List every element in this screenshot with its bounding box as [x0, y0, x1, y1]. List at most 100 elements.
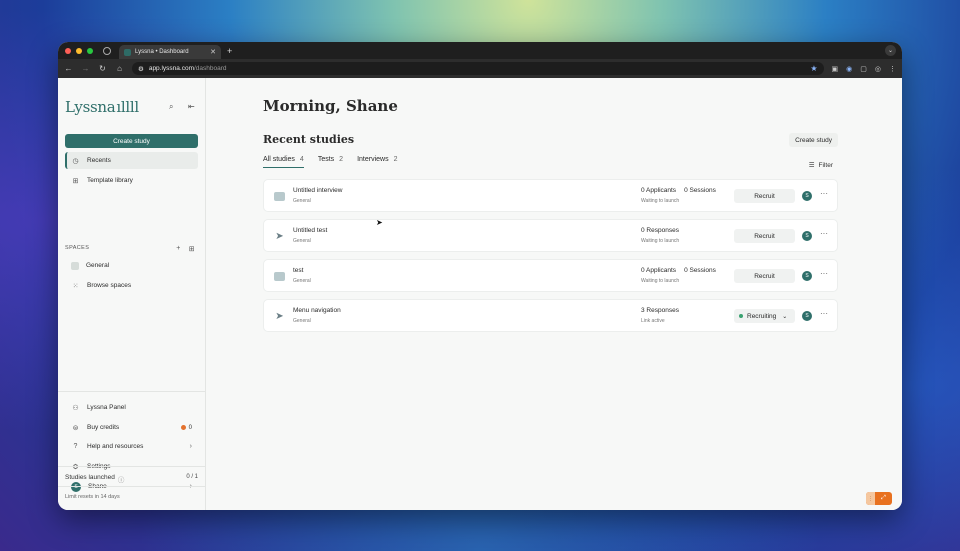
info-icon[interactable]: ⓘ [118, 474, 125, 484]
new-tab-button[interactable]: + [227, 46, 232, 56]
study-row[interactable]: ➤ Menu navigation General 3 Responses Li… [263, 299, 838, 332]
sidebar: Lyssnaıllll ⌕ ⇤ Create study ◷ Recents ⊞… [58, 78, 206, 510]
profile-icon[interactable]: ◎ [875, 65, 881, 73]
browser-tab[interactable]: Lyssna • Dashboard ✕ [119, 45, 221, 59]
filter-button[interactable]: ☰ Filter [809, 161, 833, 170]
extension-a-icon[interactable]: ▣ [832, 65, 839, 73]
sidebar-item-help[interactable]: ? Help and resources › [65, 438, 198, 455]
sidebar-item-buy-credits[interactable]: ⊜ Buy credits 0 [65, 419, 198, 436]
interview-icon [273, 270, 286, 282]
status-dot-icon [739, 314, 743, 318]
sidebar-item-general[interactable]: General [65, 257, 198, 274]
study-space: General [293, 278, 311, 284]
add-space-icon[interactable]: + [176, 245, 181, 253]
more-options-icon[interactable]: ··· [820, 189, 828, 198]
sidebar-item-lyssna-panel[interactable]: ⚇ Lyssna Panel [65, 399, 198, 416]
more-options-icon[interactable]: ··· [820, 269, 828, 278]
study-status: Link active [641, 318, 665, 324]
study-stats: 0 Responses [641, 227, 679, 234]
url-path: /dashboard [194, 65, 227, 72]
tab-interviews[interactable]: Interviews 2 [357, 156, 397, 168]
tab-all-studies[interactable]: All studies 4 [263, 156, 304, 168]
study-space: General [293, 198, 311, 204]
floating-widget-button[interactable]: ⋮ ⤢ [866, 492, 892, 505]
chevron-down-icon: ⌄ [782, 313, 788, 320]
help-icon: ? [73, 443, 78, 450]
site-info-icon[interactable]: ⚙ [138, 65, 144, 73]
study-name[interactable]: test [293, 267, 303, 274]
study-row[interactable]: Untitled interview General 0 Applicants 0… [263, 179, 838, 212]
mouse-cursor-icon: ➤ [376, 218, 383, 227]
more-options-icon[interactable]: ··· [820, 309, 828, 318]
study-name[interactable]: Menu navigation [293, 307, 341, 314]
spaces-heading: SPACES + ⊞ [65, 245, 195, 253]
extensions-puzzle-icon[interactable]: ▢ [860, 65, 867, 73]
tab-search-icon[interactable]: ⌄ [885, 45, 896, 56]
template-icon: ⊞ [72, 177, 79, 185]
study-stats: 3 Responses [641, 307, 679, 314]
sidebar-item-template-library[interactable]: ⊞ Template library [65, 172, 198, 189]
bookmark-star-icon[interactable]: ★ [810, 64, 817, 73]
study-stats: 0 Applicants 0 Sessions [641, 187, 716, 194]
chevron-right-icon: › [189, 443, 192, 450]
extensions-area: ▣ ◉ ▢ ◎ ⋮ [832, 65, 896, 73]
space-icon [71, 261, 79, 270]
credits-badge: 0 [180, 425, 192, 431]
coin-icon: ⊜ [72, 424, 79, 432]
sidebar-item-browse-spaces[interactable]: ⁙ Browse spaces [65, 277, 198, 294]
study-name[interactable]: Untitled interview [293, 187, 343, 194]
sidebar-item-label: Recents [87, 157, 111, 164]
study-status: Waiting to launch [641, 278, 680, 284]
create-study-button-secondary[interactable]: Create study [789, 133, 838, 147]
limit-reset-text: Limit resets in 14 days [65, 494, 120, 500]
extension-icon[interactable] [103, 46, 111, 55]
close-tab-icon[interactable]: ✕ [210, 48, 216, 56]
maximize-window-button[interactable] [87, 47, 93, 54]
tab-tests[interactable]: Tests 2 [318, 156, 343, 168]
recruit-button[interactable]: Recruit [734, 269, 795, 283]
extension-b-icon[interactable]: ◉ [846, 65, 852, 73]
study-stats: 0 Applicants 0 Sessions [641, 267, 716, 274]
study-name[interactable]: Untitled test [293, 227, 327, 234]
collapse-sidebar-icon[interactable]: ⇤ [188, 102, 195, 111]
grid-view-icon[interactable]: ⊞ [189, 245, 195, 253]
study-status: Waiting to launch [641, 198, 680, 204]
sidebar-item-label: Buy credits [87, 424, 120, 431]
studies-launched: Studies launched ⓘ 0 / 1 [65, 474, 198, 484]
forward-icon[interactable]: → [81, 64, 90, 73]
minimize-window-button[interactable] [76, 47, 82, 54]
sidebar-item-label: Browse spaces [87, 282, 132, 289]
drag-handle-icon[interactable]: ⋮ [866, 492, 875, 505]
window-controls [65, 47, 93, 54]
sidebar-item-label: Help and resources [87, 443, 144, 450]
grid-dots-icon: ⁙ [72, 282, 79, 290]
reload-icon[interactable]: ↻ [98, 64, 107, 73]
url-field[interactable]: ⚙ app.lyssna.com/dashboard ★ [132, 62, 824, 75]
create-study-button[interactable]: Create study [65, 134, 198, 148]
lyssna-logo[interactable]: Lyssnaıllll [65, 98, 139, 116]
recruit-button[interactable]: Recruit [734, 229, 795, 243]
sidebar-item-label: Lyssna Panel [87, 404, 126, 411]
tab-bar: Lyssna • Dashboard ✕ + ⌄ [58, 42, 902, 59]
study-status: Waiting to launch [641, 238, 680, 244]
home-icon[interactable]: ⌂ [115, 64, 124, 73]
studies-launched-count: 0 / 1 [186, 474, 198, 480]
expand-icon[interactable]: ⤢ [875, 492, 892, 505]
search-icon[interactable]: ⌕ [169, 102, 173, 112]
sidebar-item-recents[interactable]: ◷ Recents [65, 152, 198, 169]
study-tabs: All studies 4 Tests 2 Interviews 2 [263, 156, 397, 168]
back-icon[interactable]: ← [64, 64, 73, 73]
page-title: Morning, Shane [263, 97, 398, 115]
sidebar-divider [58, 486, 205, 487]
more-options-icon[interactable]: ··· [820, 229, 828, 238]
people-icon: ⚇ [72, 404, 79, 412]
close-window-button[interactable] [65, 47, 71, 54]
lyssna-app: Lyssnaıllll ⌕ ⇤ Create study ◷ Recents ⊞… [58, 78, 902, 510]
sidebar-divider [58, 466, 205, 467]
recruiting-dropdown[interactable]: Recruiting ⌄ [734, 309, 795, 323]
study-row[interactable]: test General 0 Applicants 0 Sessions Wait… [263, 259, 838, 292]
browser-menu-icon[interactable]: ⋮ [889, 65, 896, 73]
address-bar-row: ← → ↻ ⌂ ⚙ app.lyssna.com/dashboard ★ ▣ ◉… [58, 59, 902, 78]
study-row[interactable]: ➤ Untitled test General 0 Responses Wait… [263, 219, 838, 252]
recruit-button[interactable]: Recruit [734, 189, 795, 203]
